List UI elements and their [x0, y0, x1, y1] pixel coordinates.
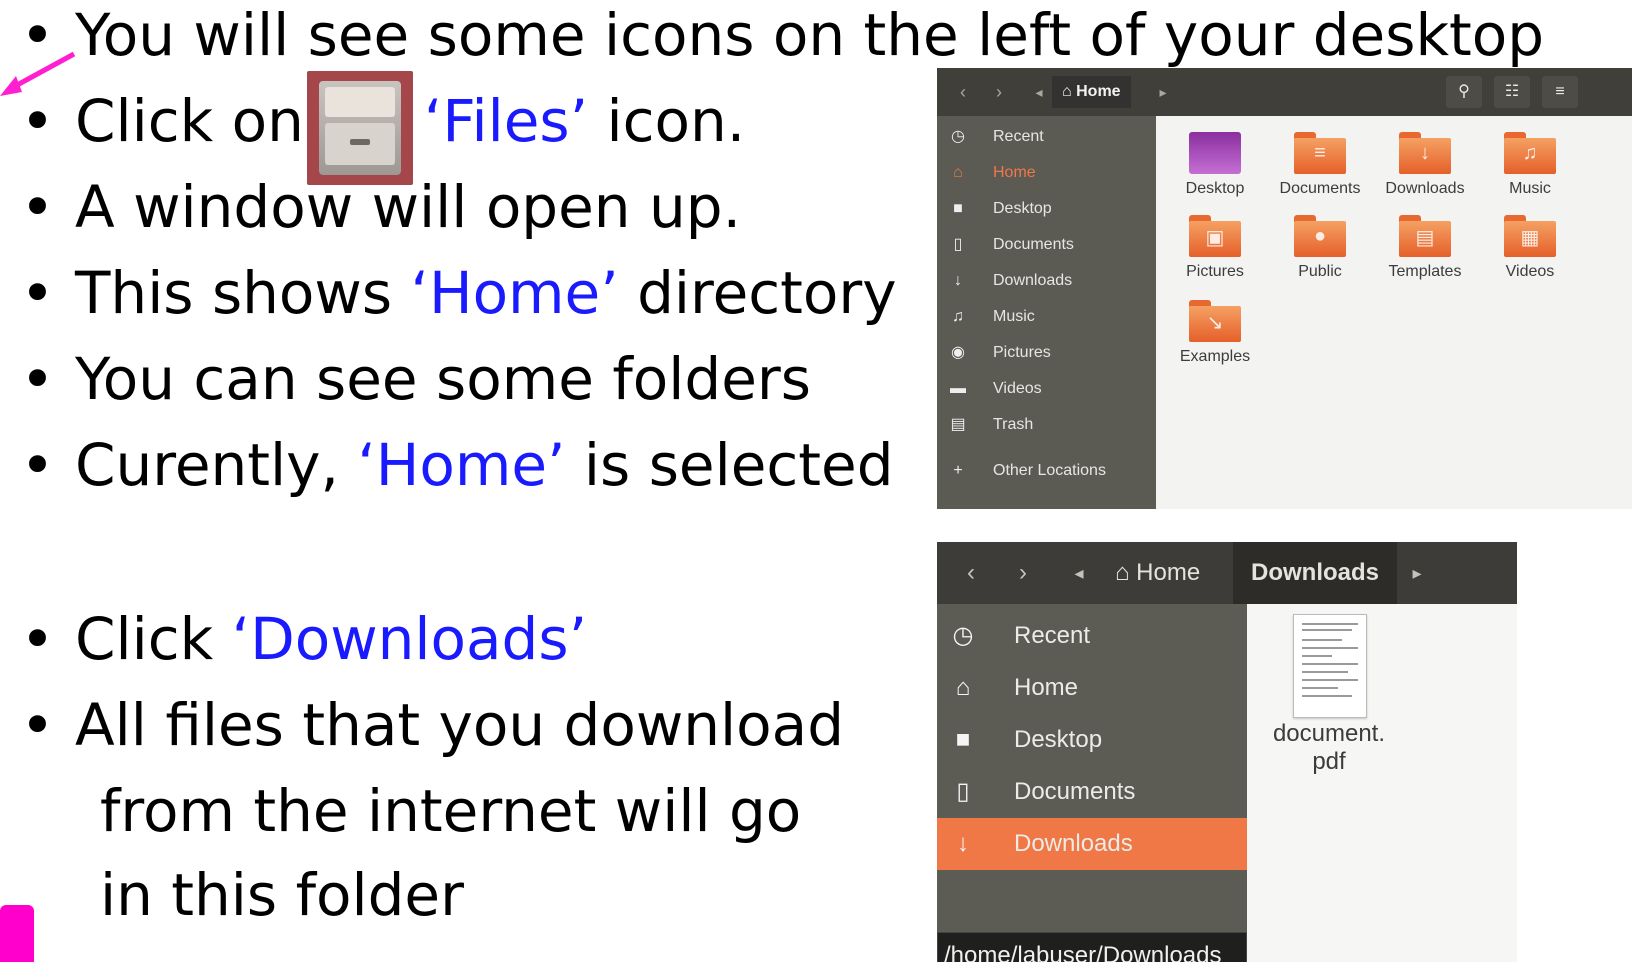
- sidebar-item-trash[interactable]: ▤ Trash: [937, 408, 1156, 442]
- path-right-arrow[interactable]: ▸: [1403, 554, 1431, 592]
- files-window-home: ‹ › ◂ ⌂ Home ▸ ⚲ ☷ ≡ ◷ Recent ⌂ Home ■ Desk…: [937, 68, 1632, 509]
- files-app-icon: [307, 71, 413, 185]
- path-left-arrow[interactable]: ◂: [1029, 76, 1049, 108]
- window-header: ‹ › ◂ ⌂ Home Downloads ▸: [937, 542, 1517, 604]
- folder-desktop[interactable]: Desktop: [1163, 132, 1267, 198]
- desktop-folder-icon: [1189, 132, 1241, 174]
- back-button[interactable]: ‹: [949, 76, 977, 108]
- back-button[interactable]: ‹: [955, 554, 987, 592]
- sidebar: ◷ Recent ⌂ Home ■ Desktop ▯ Documents ↓ Downl…: [937, 116, 1156, 509]
- trash-icon: ▤: [950, 416, 966, 433]
- list-view-icon: ☷: [1504, 83, 1520, 100]
- sidebar-item-home[interactable]: ⌂ Home: [937, 662, 1247, 714]
- folder-pictures[interactable]: ▣ Pictures: [1163, 215, 1267, 281]
- bullet-line-5: • You can see some folders: [20, 345, 811, 413]
- search-icon: ⚲: [1458, 83, 1470, 100]
- bullet-line-4: • This shows ‘Home’ directory: [20, 259, 897, 327]
- sidebar-item-documents[interactable]: ▯ Documents: [937, 766, 1247, 818]
- download-icon: ↓: [954, 272, 962, 289]
- search-button[interactable]: ⚲: [1446, 76, 1482, 108]
- bullet-line-6: • Curently, ‘Home’ is selected: [20, 431, 894, 499]
- breadcrumb-downloads[interactable]: Downloads: [1233, 542, 1398, 604]
- sidebar-item-home[interactable]: ⌂ Home: [937, 156, 1156, 190]
- path-tooltip: /home/labuser/Downloads: [937, 932, 1247, 962]
- window-header: ‹ › ◂ ⌂ Home ▸ ⚲ ☷ ≡: [937, 68, 1632, 116]
- pdf-file-icon[interactable]: [1293, 614, 1367, 718]
- file-label[interactable]: document. pdf: [1253, 720, 1405, 776]
- clock-icon: ◷: [951, 128, 965, 145]
- folder-documents[interactable]: ≡ Documents: [1268, 132, 1372, 198]
- breadcrumb-home[interactable]: ⌂ Home: [1101, 554, 1214, 592]
- video-icon: ▬: [950, 380, 966, 397]
- home-icon: ⌂: [1062, 83, 1072, 100]
- sidebar-item-desktop[interactable]: ■ Desktop: [937, 714, 1247, 766]
- sidebar-item-desktop[interactable]: ■ Desktop: [937, 192, 1156, 226]
- home-icon: ⌂: [1115, 559, 1130, 586]
- sidebar-item-other-locations[interactable]: + Other Locations: [937, 454, 1156, 488]
- examples-folder-icon: ↘: [1189, 300, 1241, 342]
- document-icon: ▯: [956, 778, 970, 805]
- camera-icon: ◉: [951, 344, 965, 361]
- files-window-downloads: ‹ › ◂ ⌂ Home Downloads ▸ ◷ Recent ⌂ Home ■…: [937, 542, 1517, 962]
- menu-button[interactable]: ≡: [1542, 76, 1578, 108]
- bullet-line-8: • All files that you download: [20, 691, 845, 759]
- bullet-line-1: • You will see some icons on the left of …: [20, 1, 1545, 69]
- breadcrumb-home[interactable]: ⌂ Home: [1052, 76, 1131, 108]
- pink-marker: [0, 905, 34, 962]
- path-left-arrow[interactable]: ◂: [1065, 554, 1093, 592]
- sidebar-item-videos[interactable]: ▬ Videos: [937, 372, 1156, 406]
- bullet-line-9: from the internet will go: [100, 777, 802, 845]
- sidebar-item-recent[interactable]: ◷ Recent: [937, 610, 1247, 662]
- sidebar: ◷ Recent ⌂ Home ■ Desktop ▯ Documents ↓ Downl…: [937, 604, 1247, 962]
- music-folder-icon: ♫: [1504, 132, 1556, 174]
- sidebar-item-downloads[interactable]: ↓ Downloads: [937, 818, 1247, 870]
- home-icon: ⌂: [953, 164, 963, 181]
- forward-button[interactable]: ›: [985, 76, 1013, 108]
- sidebar-item-pictures[interactable]: ◉ Pictures: [937, 336, 1156, 370]
- folder-music[interactable]: ♫ Music: [1478, 132, 1582, 198]
- bullet-line-3: • A window will open up.: [20, 173, 742, 241]
- clock-icon: ◷: [952, 622, 974, 649]
- folder-templates[interactable]: ▤ Templates: [1373, 215, 1477, 281]
- folder-videos[interactable]: ▦ Videos: [1478, 215, 1582, 281]
- documents-folder-icon: ≡: [1294, 132, 1346, 174]
- videos-folder-icon: ▦: [1504, 215, 1556, 257]
- folder-icon: ■: [955, 726, 971, 753]
- forward-button[interactable]: ›: [1007, 554, 1039, 592]
- templates-folder-icon: ▤: [1399, 215, 1451, 257]
- bullet-line-7: • Click ‘Downloads’: [20, 605, 588, 673]
- music-icon: ♫: [952, 308, 964, 325]
- sidebar-item-downloads[interactable]: ↓ Downloads: [937, 264, 1156, 298]
- downloads-folder-icon: ↓: [1399, 132, 1451, 174]
- folder-public[interactable]: ● Public: [1268, 215, 1372, 281]
- bullet-line-10: in this folder: [100, 861, 464, 929]
- folder-examples[interactable]: ↘ Examples: [1163, 300, 1267, 366]
- menu-icon: ≡: [1555, 83, 1565, 100]
- home-icon: ⌂: [955, 674, 971, 701]
- sidebar-item-music[interactable]: ♫ Music: [937, 300, 1156, 334]
- pictures-folder-icon: ▣: [1189, 215, 1241, 257]
- path-right-arrow[interactable]: ▸: [1153, 76, 1173, 108]
- public-folder-icon: ●: [1294, 215, 1346, 257]
- folder-icon: ■: [953, 200, 963, 217]
- sidebar-item-documents[interactable]: ▯ Documents: [937, 228, 1156, 262]
- document-icon: ▯: [953, 236, 963, 253]
- view-toggle-button[interactable]: ☷: [1494, 76, 1530, 108]
- download-icon: ↓: [957, 830, 969, 857]
- folder-downloads[interactable]: ↓ Downloads: [1373, 132, 1477, 198]
- plus-icon: +: [953, 462, 963, 479]
- sidebar-item-recent[interactable]: ◷ Recent: [937, 120, 1156, 154]
